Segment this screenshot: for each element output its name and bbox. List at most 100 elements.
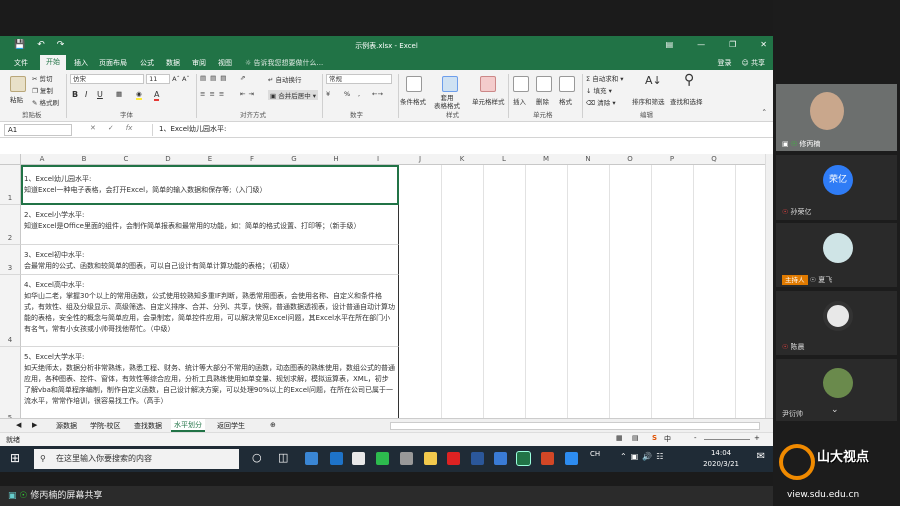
wrap-text-button[interactable]: ↵ 自动换行 xyxy=(268,74,302,84)
ribbon-options-icon[interactable]: ▤ xyxy=(666,40,674,49)
indent-icons[interactable]: ⇤⇥ xyxy=(240,90,257,98)
vertical-align-icons[interactable]: ▤▤▤ xyxy=(200,74,230,82)
tab-file[interactable]: 文件 xyxy=(14,58,28,68)
format-cells-button[interactable]: 格式 xyxy=(559,96,572,106)
shrink-font-icon[interactable]: Aˇ xyxy=(182,75,190,83)
number-format-select[interactable]: 常规 xyxy=(326,74,392,84)
participant-tile[interactable]: ▣ ☉ 修丙楠 xyxy=(776,84,897,151)
word-icon[interactable] xyxy=(471,452,484,465)
fill-down-icon: ↓ xyxy=(586,87,592,95)
taskbar-clock[interactable]: 14:04 2020/3/21 xyxy=(703,448,739,470)
editing-group-label: 编辑 xyxy=(640,111,653,119)
sort-filter-button[interactable]: 排序和筛选 xyxy=(632,96,665,106)
number-group-label: 数字 xyxy=(350,111,363,119)
tab-home[interactable]: 开始 xyxy=(40,55,66,70)
tab-view[interactable]: 视图 xyxy=(218,58,232,68)
cut-button[interactable]: ✂ 剪切 xyxy=(32,73,53,83)
sort-filter-icon[interactable]: A↓ xyxy=(645,74,662,87)
login-link[interactable]: 登录 xyxy=(717,58,731,68)
merge-icon: ▣ xyxy=(270,92,277,100)
app-icon[interactable] xyxy=(400,452,413,465)
cell-style-icon[interactable] xyxy=(480,76,496,92)
conditional-format-button[interactable]: 条件格式 xyxy=(400,96,426,106)
comma-button[interactable]: , xyxy=(358,90,360,98)
fill-button[interactable]: ↓ 填充 ▾ xyxy=(586,85,612,95)
tab-page-layout[interactable]: 页面布局 xyxy=(99,58,127,68)
find-select-button[interactable]: 查找和选择 xyxy=(670,96,703,106)
grow-font-icon[interactable]: Aˆ xyxy=(172,75,180,83)
cells-group-label: 单元格 xyxy=(533,111,553,119)
restore-icon[interactable]: ❐ xyxy=(729,40,736,49)
tell-me-box[interactable]: ☼ 告诉我您想要做什么... xyxy=(245,58,323,68)
folder-icon[interactable] xyxy=(424,452,437,465)
delete-cells-icon[interactable] xyxy=(536,76,552,92)
taskbar-search[interactable]: ⚲ 在这里输入你要搜索的内容 xyxy=(34,449,239,469)
autosum-button[interactable]: Σ 自动求和 ▾ xyxy=(586,73,624,83)
notification-icon[interactable]: ✉ xyxy=(757,451,765,462)
wechat-icon[interactable] xyxy=(376,452,389,465)
border-icon[interactable]: ▦ xyxy=(116,90,122,98)
conditional-format-icon[interactable] xyxy=(406,76,422,92)
paste-button[interactable]: 粘贴 xyxy=(10,94,23,104)
tab-data[interactable]: 数据 xyxy=(166,58,180,68)
enter-icon[interactable]: ✓ xyxy=(108,124,114,132)
formula-input[interactable]: 1、Excel幼儿园水平: xyxy=(152,124,767,136)
tab-formulas[interactable]: 公式 xyxy=(140,58,154,68)
table-format-icon[interactable] xyxy=(442,76,458,92)
participant-tile[interactable]: ☉ 陈晨 xyxy=(776,291,897,355)
insert-cells-button[interactable]: 插入 xyxy=(513,96,526,106)
paste-icon[interactable] xyxy=(10,76,26,92)
share-button[interactable]: ☺ 共享 xyxy=(741,58,765,68)
mic-icon: ☉ xyxy=(19,491,28,501)
fill-color-icon[interactable]: ◉ xyxy=(136,90,142,100)
close-icon[interactable]: ✕ xyxy=(760,40,767,49)
format-as-table-button[interactable]: 套用 表格格式 xyxy=(434,94,460,110)
currency-icon[interactable]: ¥ xyxy=(326,90,330,98)
edge-icon[interactable] xyxy=(330,452,343,465)
merge-center-button[interactable]: ▣ 合并后居中 ▾ xyxy=(268,90,319,100)
copy-button[interactable]: ❐ 复制 xyxy=(32,85,53,95)
font-size-select[interactable]: 11 xyxy=(146,74,171,84)
tray-icons[interactable]: ⌃▣🔊☷ xyxy=(620,452,667,461)
collapse-ribbon-icon[interactable]: ⌃ xyxy=(762,108,767,116)
participant-tile[interactable]: 荣亿 ☉ 孙荣亿 xyxy=(776,155,897,220)
italic-button[interactable]: I xyxy=(85,90,87,99)
task-view-icon[interactable]: ◫ xyxy=(278,451,288,464)
name-box[interactable]: A1 xyxy=(4,124,72,136)
scroll-down-icon[interactable]: ⌄ xyxy=(831,405,839,415)
tab-insert[interactable]: 插入 xyxy=(74,58,88,68)
find-icon[interactable]: ⚲ xyxy=(684,72,694,88)
font-name-select[interactable]: 仿宋 xyxy=(70,74,144,84)
app-icon[interactable] xyxy=(352,452,365,465)
insert-cells-icon[interactable] xyxy=(513,76,529,92)
bold-button[interactable]: B xyxy=(72,90,78,99)
powerpoint-icon[interactable] xyxy=(541,452,554,465)
app-icon[interactable] xyxy=(494,452,507,465)
delete-cells-button[interactable]: 删除 xyxy=(536,96,549,106)
cell-style-button[interactable]: 单元格样式 xyxy=(472,96,505,106)
decimal-icons[interactable]: ←→ xyxy=(372,90,383,98)
font-color-icon[interactable]: A xyxy=(154,90,160,101)
windows-start-icon[interactable]: ⊞ xyxy=(10,451,20,465)
percent-button[interactable]: % xyxy=(344,90,350,98)
lang-indicator[interactable]: CH xyxy=(590,450,600,458)
clear-button[interactable]: ⌫ 清除 ▾ xyxy=(586,97,616,107)
app-icon[interactable] xyxy=(565,452,578,465)
tab-review[interactable]: 审阅 xyxy=(192,58,206,68)
cancel-icon[interactable]: ✕ xyxy=(90,124,96,132)
app-icon[interactable] xyxy=(305,452,318,465)
avatar xyxy=(823,301,853,331)
orientation-icon[interactable]: ⇗ xyxy=(240,74,245,82)
video-feed xyxy=(810,92,844,130)
format-cells-icon[interactable] xyxy=(559,76,575,92)
minimize-icon[interactable]: — xyxy=(697,40,705,49)
app-icon[interactable] xyxy=(447,452,460,465)
participant-tile[interactable]: 主持人 ☉ 夏飞 xyxy=(776,223,897,287)
format-painter-button[interactable]: ✎ 格式刷 xyxy=(32,97,59,107)
horizontal-align-icons[interactable]: ≡≡≡ xyxy=(200,90,228,98)
cortana-icon[interactable]: ○ xyxy=(252,451,262,464)
excel-taskbar-icon[interactable] xyxy=(516,451,531,466)
divider xyxy=(582,74,583,118)
underline-button[interactable]: U xyxy=(97,90,103,99)
function-icon[interactable]: fx xyxy=(126,124,133,132)
